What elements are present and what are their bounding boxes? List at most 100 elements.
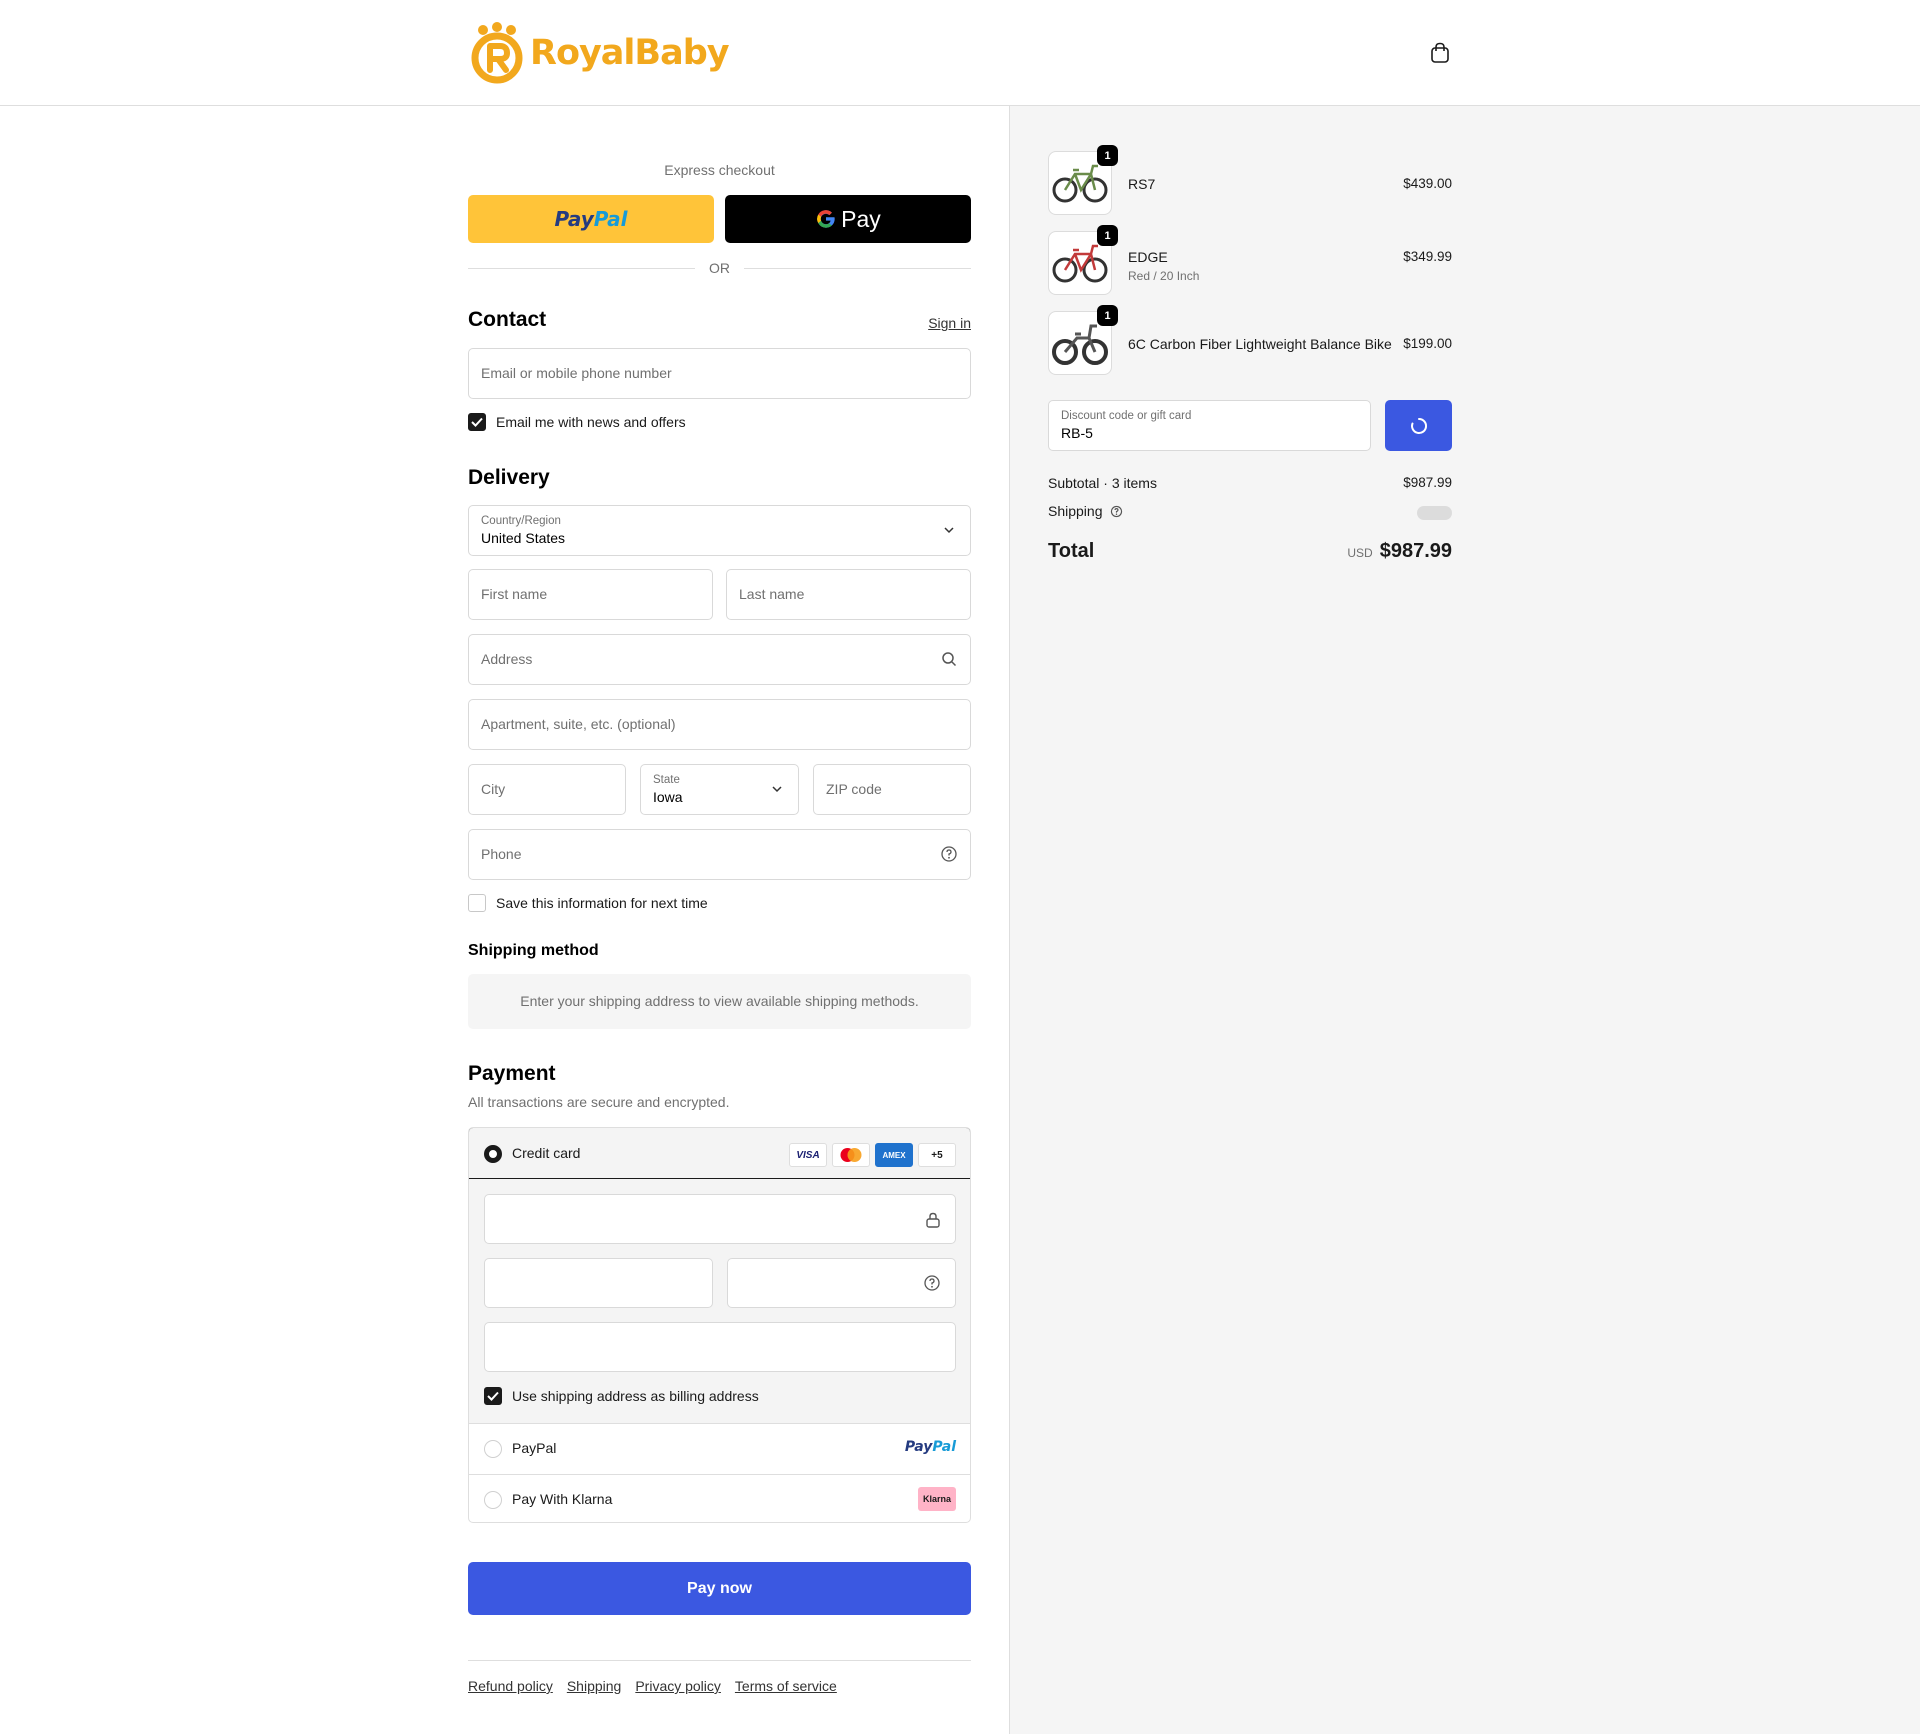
express-checkout-title: Express checkout (664, 162, 775, 178)
discount-value: RB-5 (1061, 425, 1093, 441)
klarna-logo: Klarna (918, 1487, 956, 1511)
apply-discount-button[interactable] (1385, 400, 1452, 451)
credit-card-radio[interactable] (484, 1145, 502, 1163)
total-row: Total USD $987.99 (1048, 540, 1452, 563)
name-on-card-field[interactable] (484, 1322, 956, 1372)
royalbaby-logo[interactable]: RoyalBaby (470, 22, 730, 84)
email-placeholder: Email or mobile phone number (481, 365, 672, 381)
address-field[interactable]: Address (468, 634, 971, 685)
help-circle-icon[interactable] (940, 845, 958, 863)
last-name-placeholder: Last name (739, 586, 805, 602)
billing-same-row[interactable]: Use shipping address as billing address (484, 1387, 759, 1405)
sign-in-link[interactable]: Sign in (928, 315, 971, 331)
payment-methods: Credit card VISA AMEX +5 Use shipping ad… (468, 1127, 971, 1523)
discount-label: Discount code or gift card (1061, 410, 1192, 422)
email-field[interactable]: Email or mobile phone number (468, 348, 971, 399)
paypal-logo-pal: Pal (593, 207, 628, 231)
state-value: Iowa (653, 789, 683, 805)
expiration-date-field[interactable] (484, 1258, 713, 1308)
privacy-policy-link[interactable]: Privacy policy (635, 1678, 721, 1694)
shipping-policy-link[interactable]: Shipping (567, 1678, 622, 1694)
quantity-badge: 1 (1097, 305, 1118, 326)
cart-item: 1 RS7 $439.00 (1048, 145, 1452, 215)
klarna-option-label: Pay With Klarna (512, 1491, 613, 1507)
lock-icon (926, 1212, 940, 1228)
site-header: RoyalBaby (0, 0, 1920, 106)
phone-field[interactable]: Phone (468, 829, 971, 880)
item-price: $199.00 (1403, 336, 1452, 351)
quantity-badge: 1 (1097, 145, 1118, 166)
billing-same-checkbox[interactable] (484, 1387, 502, 1405)
save-info-row[interactable]: Save this information for next time (468, 894, 708, 912)
klarna-radio[interactable] (484, 1491, 502, 1509)
crown-r-logo-icon (471, 22, 523, 84)
item-name: RS7 (1128, 176, 1156, 192)
item-variant: Red / 20 Inch (1128, 269, 1200, 283)
paypal-radio[interactable] (484, 1440, 502, 1458)
shopping-bag-icon[interactable] (1429, 42, 1451, 64)
express-buttons: Pay Pal Pay (468, 195, 971, 243)
help-circle-icon[interactable] (923, 1274, 941, 1292)
or-label: OR (709, 260, 730, 276)
state-label: State (653, 774, 680, 786)
country-select[interactable]: Country/Region United States (468, 505, 971, 556)
more-cards-badge: +5 (918, 1143, 956, 1167)
last-name-field[interactable]: Last name (726, 569, 971, 620)
first-name-placeholder: First name (481, 586, 548, 602)
credit-card-label: Credit card (512, 1145, 581, 1161)
visa-icon: VISA (789, 1143, 827, 1167)
security-code-field[interactable] (727, 1258, 956, 1308)
or-divider: OR (468, 260, 971, 276)
discount-code-field[interactable]: Discount code or gift card RB-5 (1048, 400, 1371, 451)
paypal-logo: PayPal (904, 1439, 956, 1455)
item-price: $349.99 (1403, 249, 1452, 264)
first-name-field[interactable]: First name (468, 569, 713, 620)
paypal-express-button[interactable]: Pay Pal (468, 195, 714, 243)
total-value: $987.99 (1379, 540, 1452, 562)
refund-policy-link[interactable]: Refund policy (468, 1678, 553, 1694)
item-name: 6C Carbon Fiber Lightweight Balance Bike (1128, 336, 1392, 352)
shipping-loading-placeholder (1417, 506, 1452, 520)
news-checkbox-row[interactable]: Email me with news and offers (468, 413, 686, 431)
item-name: EDGE (1128, 249, 1168, 265)
save-info-checkbox[interactable] (468, 894, 486, 912)
paypal-option[interactable]: PayPal PayPal (469, 1424, 970, 1474)
help-circle-icon[interactable] (1110, 505, 1123, 518)
klarna-option[interactable]: Pay With Klarna Klarna (469, 1474, 970, 1522)
pay-now-button[interactable]: Pay now (468, 1562, 971, 1615)
shipping-method-heading: Shipping method (468, 942, 599, 959)
phone-placeholder: Phone (481, 846, 522, 862)
item-price: $439.00 (1403, 176, 1452, 191)
mastercard-icon (832, 1143, 870, 1167)
payment-heading: Payment (468, 1062, 556, 1085)
google-g-icon (817, 210, 835, 228)
search-icon (942, 652, 957, 667)
quantity-badge: 1 (1097, 225, 1118, 246)
shipping-method-info: Enter your shipping address to view avai… (468, 974, 971, 1029)
subtotal-label: Subtotal · 3 items (1048, 475, 1157, 491)
delivery-heading: Delivery (468, 466, 550, 489)
google-pay-button[interactable]: Pay (725, 195, 971, 243)
check-icon (471, 417, 483, 427)
terms-of-service-link[interactable]: Terms of service (735, 1678, 837, 1694)
shipping-row: Shipping (1048, 503, 1452, 520)
apartment-field[interactable]: Apartment, suite, etc. (optional) (468, 699, 971, 750)
currency-code: USD (1347, 546, 1373, 560)
shipping-label: Shipping (1048, 503, 1103, 519)
card-number-field[interactable] (484, 1194, 956, 1244)
amex-icon: AMEX (875, 1143, 913, 1167)
chevron-down-icon (772, 786, 782, 793)
state-select[interactable]: State Iowa (640, 764, 799, 815)
loading-spinner-icon (1410, 417, 1427, 434)
contact-heading: Contact (468, 308, 547, 331)
news-checkbox[interactable] (468, 413, 486, 431)
credit-card-option[interactable]: Credit card VISA AMEX +5 (469, 1128, 970, 1179)
footer-links: Refund policy Shipping Privacy policy Te… (468, 1678, 837, 1694)
chevron-down-icon (944, 527, 954, 534)
zip-field[interactable]: ZIP code (813, 764, 971, 815)
subtotal-value: $987.99 (1403, 475, 1452, 490)
subtotal-row: Subtotal · 3 items $987.99 (1048, 475, 1452, 491)
address-placeholder: Address (481, 651, 533, 667)
city-field[interactable]: City (468, 764, 626, 815)
save-info-label: Save this information for next time (496, 895, 708, 911)
